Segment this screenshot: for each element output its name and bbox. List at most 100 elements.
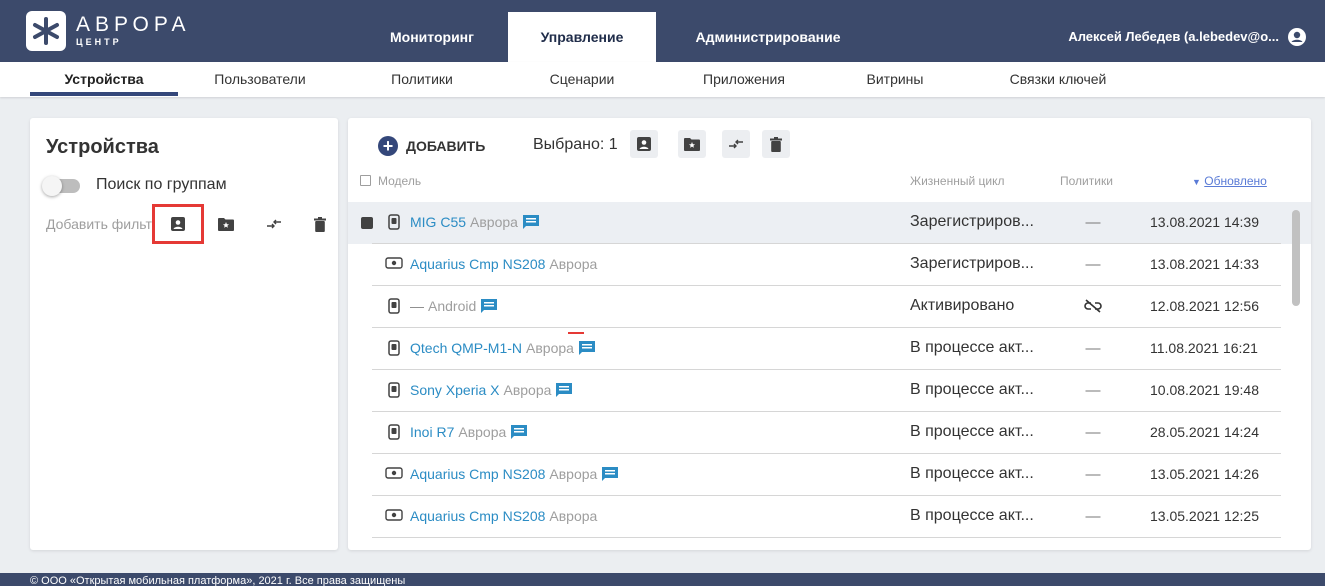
updated-cell: 13.05.2021 12:25	[1150, 508, 1259, 524]
updated-cell: 28.05.2021 14:24	[1150, 424, 1259, 440]
add-label: ДОБАВИТЬ	[406, 138, 486, 154]
group-search-toggle[interactable]	[42, 176, 80, 196]
lifecycle-cell: В процессе акт...	[910, 423, 1034, 440]
toolbar-delete-button[interactable]	[762, 130, 790, 158]
column-header-policies[interactable]: Политики	[1060, 174, 1113, 188]
account-circle-icon[interactable]	[1287, 27, 1307, 47]
user-name[interactable]: Алексей Лебедев (a.lebedev@o...	[1068, 0, 1279, 62]
column-header-model[interactable]: Модель	[378, 174, 421, 188]
subtab-policies[interactable]: Политики	[348, 62, 496, 97]
model-cell: MIG C55 Аврора	[410, 214, 540, 230]
tab-monitoring[interactable]: Мониторинг	[358, 12, 506, 62]
tab-management[interactable]: Управление	[508, 12, 656, 62]
model-link[interactable]: Inoi R7	[410, 424, 454, 440]
subtab-keychains[interactable]: Связки ключей	[984, 62, 1132, 97]
os-label: Аврора	[549, 466, 598, 482]
lifecycle-cell: В процессе акт...	[910, 507, 1034, 524]
panel-title: Устройства	[46, 136, 159, 158]
phone-icon	[388, 424, 400, 445]
highlight-frame	[152, 204, 204, 244]
comment-icon[interactable]	[480, 298, 498, 314]
model-link[interactable]: Aquarius Cmp NS208	[410, 508, 545, 524]
model-cell: Aquarius Cmp NS208 Аврора	[410, 256, 597, 272]
table-row[interactable]: Sony Xperia X Аврора В процессе акт... — 10.…	[348, 370, 1311, 412]
os-label: Аврора	[549, 508, 598, 524]
policy-cell: —	[1085, 508, 1101, 525]
subtab-applications[interactable]: Приложения	[670, 62, 818, 97]
table-row[interactable]: Aquarius Cmp NS208 Аврора В процессе акт..…	[348, 496, 1311, 538]
updated-cell: 11.08.2021 16:21	[1150, 340, 1258, 356]
account-box-icon	[637, 137, 651, 151]
toggle-knob[interactable]	[42, 176, 62, 196]
comment-icon[interactable]	[578, 340, 596, 356]
tab-administration[interactable]: Администрирование	[656, 12, 880, 62]
policy-cell: —	[1085, 340, 1101, 357]
sub-navigation: Устройства Пользователи Политики Сценари…	[0, 62, 1325, 97]
phone-icon	[388, 382, 400, 403]
os-label: Аврора	[470, 214, 518, 230]
table-row[interactable]: Aquarius Cmp NS208 Аврора Зарегистриров...…	[348, 244, 1311, 286]
link-off-icon	[1084, 299, 1102, 313]
model-link[interactable]: MIG C55	[410, 214, 466, 230]
folder-star-icon	[218, 218, 234, 231]
logo-subtitle: ЦЕНТР	[76, 37, 122, 47]
model-cell: Sony Xperia X Аврора	[410, 382, 573, 398]
subtab-devices[interactable]: Устройства	[30, 62, 178, 97]
updated-cell: 13.08.2021 14:33	[1150, 256, 1259, 272]
model-cell: Aquarius Cmp NS208 Аврора	[410, 508, 597, 524]
sort-link[interactable]: Обновлено	[1204, 174, 1267, 188]
logo[interactable]: АВРОРА ЦЕНТР	[26, 10, 226, 54]
model-link[interactable]: —	[410, 298, 424, 314]
tablet-icon	[385, 466, 403, 484]
comment-icon[interactable]	[601, 466, 619, 482]
move-button[interactable]	[260, 210, 288, 238]
toolbar-add-to-group-button[interactable]	[678, 130, 706, 158]
model-cell: — Android	[410, 298, 498, 314]
lifecycle-cell: В процессе акт...	[910, 381, 1034, 398]
toolbar-assign-user-button[interactable]	[630, 130, 658, 158]
column-header-updated[interactable]: ▼ Обновлено	[1192, 174, 1267, 188]
tablet-icon	[385, 256, 403, 274]
filter-input[interactable]: Добавить фильтр	[46, 216, 154, 232]
phone-icon	[388, 214, 400, 235]
model-link[interactable]: Qtech QMP-M1-N	[410, 340, 522, 356]
model-cell: Qtech QMP-M1-N Аврора	[410, 340, 596, 356]
top-bar: АВРОРА ЦЕНТР Мониторинг Управление Админ…	[0, 0, 1325, 62]
table-row[interactable]: Qtech QMP-M1-N Аврора В процессе акт... — 11…	[348, 328, 1311, 370]
column-header-lifecycle[interactable]: Жизненный цикл	[910, 174, 1004, 188]
sort-desc-icon: ▼	[1192, 177, 1201, 187]
updated-cell: 10.08.2021 19:48	[1150, 382, 1259, 398]
model-cell: Inoi R7 Аврора	[410, 424, 528, 440]
table-row[interactable]: Inoi R7 Аврора В процессе акт... — 28.05.202…	[348, 412, 1311, 454]
subtab-users[interactable]: Пользователи	[186, 62, 334, 97]
comment-icon[interactable]	[510, 424, 528, 440]
table-row[interactable]: MIG C55 Аврора Зарегистриров... — 13.08.2021…	[348, 202, 1311, 244]
toolbar-move-button[interactable]	[722, 130, 750, 158]
lifecycle-cell: В процессе акт...	[910, 339, 1034, 356]
subtab-showcases[interactable]: Витрины	[820, 62, 970, 97]
scrollbar[interactable]	[1292, 210, 1300, 306]
table-row[interactable]: Aquarius Cmp NS208 Аврора В процессе акт..…	[348, 454, 1311, 496]
phone-icon	[388, 298, 400, 319]
add-device-button[interactable]: + ДОБАВИТЬ	[378, 134, 485, 158]
subtab-scenarios[interactable]: Сценарии	[508, 62, 656, 97]
lifecycle-cell: Активировано	[910, 297, 1015, 314]
model-link[interactable]: Aquarius Cmp NS208	[410, 256, 545, 272]
comment-icon[interactable]	[522, 214, 540, 230]
comment-icon[interactable]	[555, 382, 573, 398]
model-link[interactable]: Aquarius Cmp NS208	[410, 466, 545, 482]
model-link[interactable]: Sony Xperia X	[410, 382, 500, 398]
add-to-group-button[interactable]	[212, 210, 240, 238]
delete-button[interactable]	[306, 210, 334, 238]
selected-count: Выбрано: 1	[533, 136, 618, 153]
group-search-label: Поиск по группам	[96, 176, 227, 193]
footer: © ООО «Открытая мобильная платформа», 20…	[0, 573, 1325, 586]
red-marker	[568, 332, 584, 334]
policy-cell: —	[1085, 256, 1101, 273]
select-all-checkbox[interactable]	[360, 175, 371, 186]
row-checkbox[interactable]	[361, 217, 373, 229]
trash-icon	[770, 136, 782, 152]
lifecycle-cell: Зарегистриров...	[910, 213, 1034, 230]
table-row[interactable]: — Android Активировано 12.08.2021 12:56	[348, 286, 1311, 328]
policy-cell: —	[1085, 466, 1101, 483]
